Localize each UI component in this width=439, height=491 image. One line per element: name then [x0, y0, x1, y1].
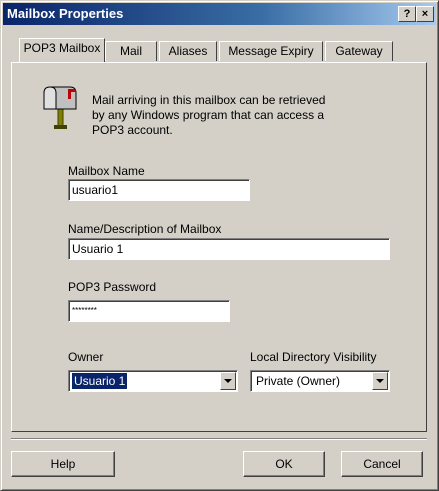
info-text: Mail arriving in this mailbox can be ret… — [92, 93, 325, 138]
help-button-label: Help — [50, 457, 76, 471]
mailbox-name-label: Mailbox Name — [68, 164, 145, 178]
cancel-button[interactable]: Cancel — [341, 451, 423, 477]
tab-mail[interactable]: Mail — [105, 41, 157, 61]
tab-label: Gateway — [335, 44, 383, 58]
owner-value: Usuario 1 — [70, 372, 129, 390]
chevron-down-icon — [376, 379, 384, 383]
info-line: Mail arriving in this mailbox can be ret… — [92, 93, 326, 107]
title-bar[interactable]: Mailbox Properties ? × — [3, 3, 436, 25]
tab-label: Mail — [119, 44, 142, 58]
password-label: POP3 Password — [68, 280, 157, 294]
tab-pop3-mailbox[interactable]: POP3 Mailbox — [19, 38, 105, 62]
ok-button-label: OK — [275, 457, 293, 471]
mailbox-icon — [40, 85, 80, 134]
tab-panel: Mail arriving in this mailbox can be ret… — [11, 62, 427, 432]
description-field[interactable]: Usuario 1 — [68, 238, 390, 260]
mailbox-name-field[interactable]: usuario1 — [68, 179, 250, 201]
ok-button[interactable]: OK — [243, 451, 325, 477]
owner-dropdown-button[interactable] — [220, 372, 236, 390]
tab-label: POP3 Mailbox — [23, 41, 101, 55]
visibility-value: Private (Owner) — [256, 374, 341, 388]
visibility-label: Local Directory Visibility — [250, 350, 377, 364]
cancel-button-label: Cancel — [363, 457, 401, 471]
help-button[interactable]: Help — [11, 451, 115, 477]
window-title: Mailbox Properties — [7, 6, 124, 21]
chevron-down-icon — [224, 379, 232, 383]
help-title-button[interactable]: ? — [398, 6, 416, 22]
tab-message-expiry[interactable]: Message Expiry — [219, 41, 323, 61]
visibility-combo[interactable]: Private (Owner) — [250, 370, 390, 392]
tab-gateway[interactable]: Gateway — [325, 41, 393, 61]
close-button[interactable]: × — [416, 6, 434, 22]
tab-aliases[interactable]: Aliases — [159, 41, 217, 61]
info-line: by any Windows program that can access a — [92, 108, 325, 122]
owner-combo[interactable]: Usuario 1 — [68, 370, 238, 392]
separator — [11, 438, 427, 440]
owner-label: Owner — [68, 350, 104, 364]
dialog-window: Mailbox Properties ? × POP3 Mailbox Mail… — [0, 0, 439, 491]
password-field[interactable]: ******** — [68, 300, 230, 322]
description-label: Name/Description of Mailbox — [68, 222, 222, 236]
visibility-dropdown-button[interactable] — [372, 372, 388, 390]
tab-label: Message Expiry — [228, 44, 314, 58]
tab-label: Aliases — [168, 44, 208, 58]
info-line: POP3 account. — [92, 123, 173, 137]
